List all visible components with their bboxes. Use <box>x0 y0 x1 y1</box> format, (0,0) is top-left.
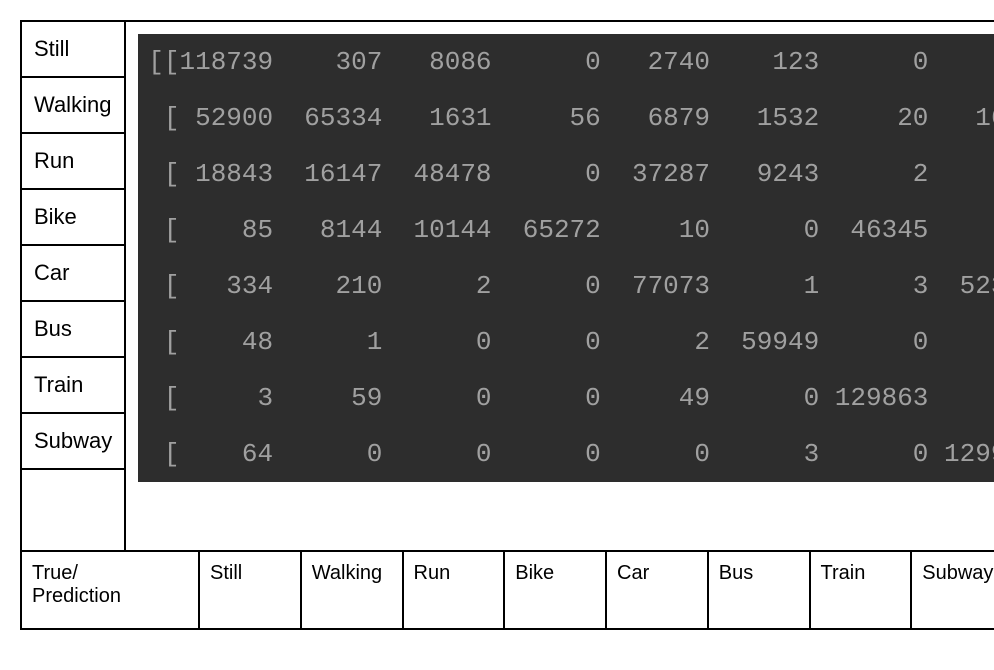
row-label-car: Car <box>22 246 124 302</box>
row-label-bike: Bike <box>22 190 124 246</box>
col-label-bus: Bus <box>709 552 811 628</box>
row-label-walking: Walking <box>22 78 124 134</box>
axis-label: True/ Prediction <box>22 552 200 628</box>
col-label-bike: Bike <box>505 552 607 628</box>
row-label-run: Run <box>22 134 124 190</box>
col-label-walking: Walking <box>302 552 404 628</box>
matrix-area: [[118739 307 8086 0 2740 123 0 5] [ 5290… <box>126 22 994 550</box>
upper-region: Still Walking Run Bike Car Bus Train Sub… <box>22 22 994 550</box>
row-label-train: Train <box>22 358 124 414</box>
col-label-run: Run <box>404 552 506 628</box>
column-labels-row: True/ Prediction Still Walking Run Bike … <box>22 550 994 628</box>
row-label-spacer <box>22 470 124 550</box>
row-label-subway: Subway <box>22 414 124 470</box>
col-label-car: Car <box>607 552 709 628</box>
col-label-still: Still <box>200 552 302 628</box>
confusion-matrix-figure: Still Walking Run Bike Car Bus Train Sub… <box>20 20 994 630</box>
matrix-text: [[118739 307 8086 0 2740 123 0 5] [ 5290… <box>138 34 994 482</box>
col-label-train: Train <box>811 552 913 628</box>
col-label-subway: Subway <box>912 552 994 628</box>
row-label-still: Still <box>22 22 124 78</box>
row-labels-column: Still Walking Run Bike Car Bus Train Sub… <box>22 22 126 550</box>
row-label-bus: Bus <box>22 302 124 358</box>
